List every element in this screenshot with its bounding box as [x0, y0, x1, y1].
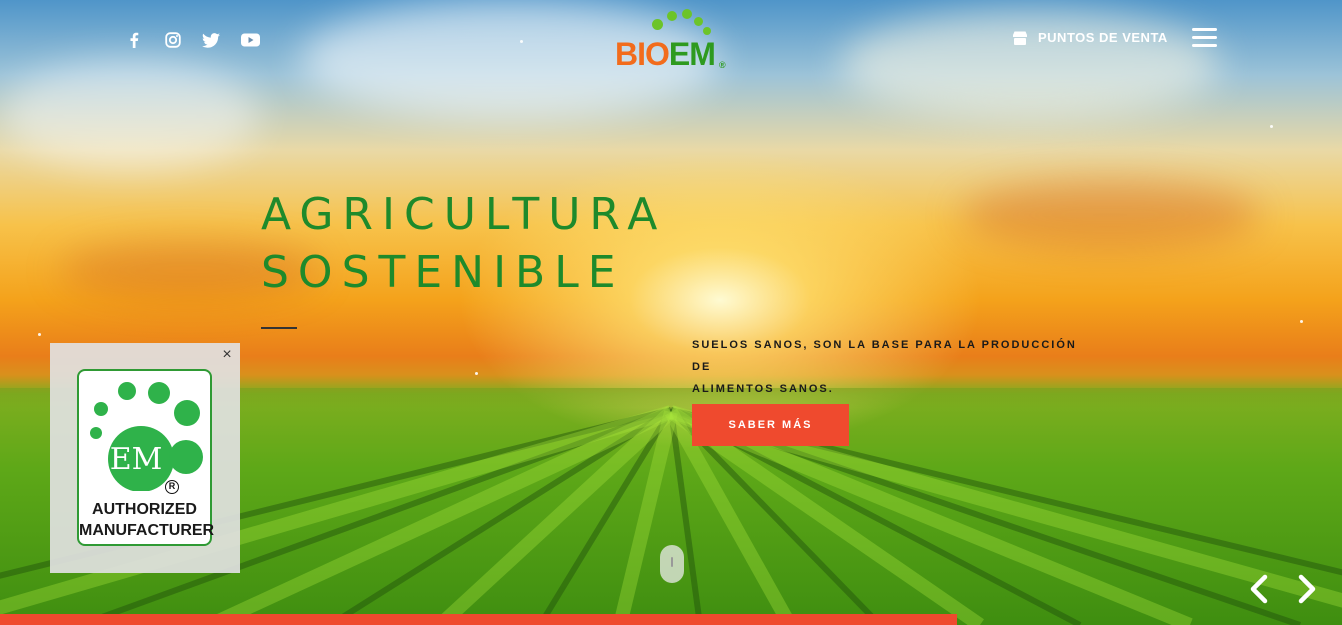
- close-icon[interactable]: ×: [219, 346, 235, 364]
- instagram-link[interactable]: [162, 30, 184, 50]
- scroll-down-indicator[interactable]: [660, 545, 684, 583]
- logo-text: BIOEM: [615, 36, 716, 72]
- em-authorized-badge: EM R AUTHORIZED MANUFACTURER: [77, 369, 215, 546]
- headline-divider: [261, 327, 297, 329]
- logo-dot: [694, 17, 703, 26]
- sparkle: [1300, 320, 1303, 323]
- sparkle: [475, 372, 478, 375]
- instagram-icon: [165, 32, 181, 48]
- hero-tagline: SUELOS SANOS, SON LA BASE PARA LA PRODUC…: [692, 334, 1092, 400]
- mouse-wheel-icon: [671, 557, 673, 567]
- twitter-link[interactable]: [200, 30, 222, 50]
- tagline-line-2: ALIMENTOS SANOS.: [692, 383, 834, 395]
- slider-next-button[interactable]: [1293, 574, 1321, 604]
- badge-line-manufacturer: MANUFACTURER: [79, 522, 215, 539]
- store-icon: [1013, 31, 1027, 45]
- slide-progress-fill: [0, 614, 957, 625]
- em-label: EM: [109, 442, 163, 477]
- badge-line-authorized: AUTHORIZED: [92, 501, 197, 518]
- twitter-icon: [202, 32, 220, 48]
- sparkle: [38, 333, 41, 336]
- hamburger-menu-icon: [1192, 28, 1217, 31]
- chevron-right-icon: [1298, 574, 1316, 604]
- points-of-sale-link[interactable]: PUNTOS DE VENTA: [1012, 30, 1168, 45]
- logo-registered-mark: ®: [719, 60, 726, 70]
- bioem-logo[interactable]: BIOEM ®: [612, 8, 732, 72]
- logo-dot: [682, 9, 692, 19]
- logo-dot: [652, 19, 663, 30]
- learn-more-button[interactable]: SABER MÁS: [692, 404, 849, 446]
- sparkle: [1270, 125, 1273, 128]
- hamburger-menu-icon: [1192, 44, 1217, 47]
- facebook-icon: [130, 32, 139, 48]
- menu-button[interactable]: [1192, 28, 1217, 50]
- chevron-left-icon: [1250, 574, 1268, 604]
- logo-dot: [703, 27, 711, 35]
- headline-line-2: SOSTENIBLE: [261, 247, 625, 298]
- registered-mark-icon: R: [165, 480, 179, 494]
- slide-progress-bar: [0, 614, 1342, 625]
- tagline-line-1: SUELOS SANOS, SON LA BASE PARA LA PRODUC…: [692, 339, 1077, 373]
- facebook-link[interactable]: [123, 30, 145, 50]
- hamburger-menu-icon: [1192, 36, 1217, 39]
- sparkle: [520, 40, 523, 43]
- hero-headline: AGRICULTURA SOSTENIBLE: [261, 186, 666, 302]
- youtube-link[interactable]: [239, 30, 261, 50]
- headline-line-1: AGRICULTURA: [261, 189, 667, 240]
- youtube-icon: [240, 33, 260, 47]
- slider-prev-button[interactable]: [1245, 574, 1273, 604]
- points-of-sale-label: PUNTOS DE VENTA: [1038, 30, 1168, 45]
- logo-dot: [667, 11, 677, 21]
